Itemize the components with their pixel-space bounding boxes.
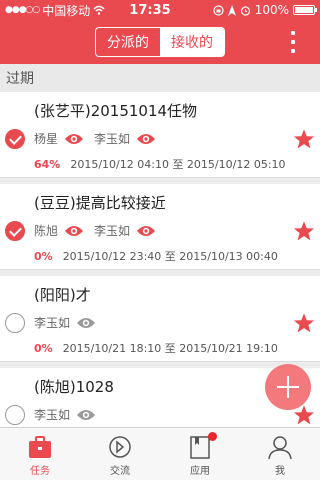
tab-assigned[interactable]: 分派的 [96,28,160,56]
task-complete-checkbox[interactable] [5,405,25,425]
assignee-name: 杨星 [34,132,59,146]
compass-icon [109,436,131,458]
task-progress: 0% [34,250,53,263]
task-progress-line: 64% 2015/10/12 04:10 至 2015/10/12 05:10 [34,156,286,172]
eye-icon [65,133,84,144]
tab-label: 交流 [110,466,130,477]
follower: 李玉如 [94,130,156,147]
task-progress-line: 0% 2015/10/12 23:40 至 2015/10/13 00:40 [34,248,278,264]
tab-tasks[interactable]: 任务 [0,428,80,480]
assignee: 李玉如 [34,314,96,331]
task-complete-checkbox[interactable] [5,129,25,149]
battery-percent: 100% [254,3,289,17]
task-progress: 64% [34,158,61,171]
star-icon[interactable] [293,128,315,150]
task-time-range: 2015/10/12 04:10 至 2015/10/12 05:10 [70,158,286,171]
bottom-tab-bar: 任务 交流 应用 我 [0,427,320,480]
task-title: (陈旭)1028 [34,378,114,396]
task-row[interactable]: (张艺平)20151014任物 杨星 李玉如 64% 2015/10/12 04… [0,92,320,178]
task-complete-checkbox[interactable] [5,221,25,241]
eye-icon [77,409,96,420]
task-progress: 0% [34,342,53,355]
alarm-icon [240,5,250,16]
task-title: (阳阳)才 [34,286,91,304]
task-time-range: 2015/10/12 23:40 至 2015/10/13 00:40 [62,250,278,263]
task-row[interactable]: (阳阳)才 李玉如 0% 2015/10/21 18:10 至 2015/10/2… [0,276,320,362]
add-task-button[interactable] [265,364,311,410]
task-people: 李玉如 [34,406,106,423]
tab-label: 任务 [30,466,50,477]
tab-received[interactable]: 接收的 [160,28,224,56]
rotation-lock-icon [213,4,224,16]
follower-name: 李玉如 [94,224,131,238]
task-people: 杨星 李玉如 [34,130,166,147]
tab-communication[interactable]: 交流 [80,428,160,480]
status-left: ●●●○○ 中国移动 [5,2,125,19]
signal-icon: ●●●○○ [5,5,40,15]
carrier-label: 中国移动 [42,3,91,18]
star-icon[interactable] [293,312,315,334]
briefcase-icon [29,436,51,458]
notification-badge [208,432,217,441]
tab-label: 我 [275,466,285,477]
task-time-range: 2015/10/21 18:10 至 2015/10/21 19:10 [62,342,278,355]
task-title: (豆豆)提高比较接近 [34,194,166,212]
assignee: 陈旭 [34,222,84,239]
tab-label: 应用 [190,466,210,477]
follower: 李玉如 [94,222,156,239]
task-title: (张艺平)20151014任物 [34,102,198,120]
status-right: 100% [185,3,317,17]
eye-icon [77,317,96,328]
eye-icon [137,225,156,236]
task-progress-line: 0% 2015/10/21 18:10 至 2015/10/21 19:10 [34,340,278,356]
task-filter-segmented-control: 分派的 接收的 [95,27,225,57]
person-icon [268,436,292,460]
task-row[interactable]: (豆豆)提高比较接近 陈旭 李玉如 0% 2015/10/12 23:40 至 … [0,184,320,270]
assignee-name: 陈旭 [34,224,59,238]
assignee: 李玉如 [34,406,96,423]
assignee-name: 李玉如 [34,316,71,330]
star-icon[interactable] [293,220,315,242]
battery-icon [293,5,317,15]
status-bar: ●●●○○ 中国移动 17:35 100% [0,0,320,20]
tab-me[interactable]: 我 [240,428,320,480]
task-complete-checkbox[interactable] [5,313,25,333]
task-list: (张艺平)20151014任物 杨星 李玉如 64% 2015/10/12 04… [0,92,320,460]
assignee-name: 李玉如 [34,408,71,422]
more-vertical-icon[interactable] [290,31,296,53]
location-icon [227,4,236,16]
assignee: 杨星 [34,130,84,147]
follower-name: 李玉如 [94,132,131,146]
tab-apps[interactable]: 应用 [160,428,240,480]
wifi-icon [93,5,105,15]
task-people: 李玉如 [34,314,106,331]
eye-icon [65,225,84,236]
task-people: 陈旭 李玉如 [34,222,166,239]
section-header-overdue: 过期 [0,64,320,92]
eye-icon [137,133,156,144]
nav-bar: 分派的 接收的 [0,20,320,64]
status-time: 17:35 [129,2,171,18]
